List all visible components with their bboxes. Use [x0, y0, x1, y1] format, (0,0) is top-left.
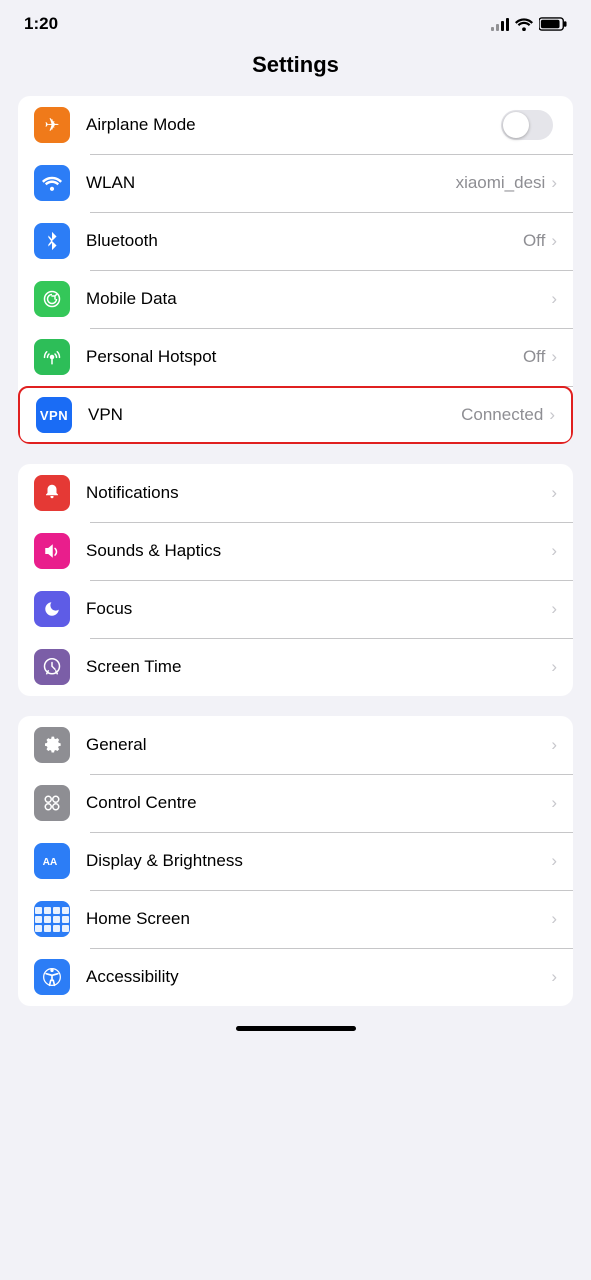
signal-icon	[491, 17, 509, 31]
page-title: Settings	[0, 42, 591, 96]
settings-row-screen-time[interactable]: Screen Time ›	[18, 638, 573, 696]
wlan-chevron: ›	[551, 173, 557, 193]
home-screen-chevron: ›	[551, 909, 557, 929]
settings-row-bluetooth[interactable]: Bluetooth Off ›	[18, 212, 573, 270]
display-brightness-icon: AA	[34, 843, 70, 879]
accessibility-label: Accessibility	[86, 967, 551, 987]
settings-row-wlan[interactable]: WLAN xiaomi_desi ›	[18, 154, 573, 212]
settings-row-focus[interactable]: Focus ›	[18, 580, 573, 638]
display-brightness-label: Display & Brightness	[86, 851, 551, 871]
general-chevron: ›	[551, 735, 557, 755]
settings-row-personal-hotspot[interactable]: Personal Hotspot Off ›	[18, 328, 573, 386]
general-group: General › Control Centre › AA Display & …	[18, 716, 573, 1006]
accessibility-icon	[34, 959, 70, 995]
control-centre-chevron: ›	[551, 793, 557, 813]
toggle-knob	[503, 112, 529, 138]
settings-row-vpn[interactable]: VPN VPN Connected ›	[18, 386, 573, 444]
vpn-icon-label: VPN	[40, 408, 68, 423]
wlan-label: WLAN	[86, 173, 456, 193]
hotspot-icon	[34, 339, 70, 375]
control-centre-label: Control Centre	[86, 793, 551, 813]
mobile-data-label: Mobile Data	[86, 289, 551, 309]
vpn-icon: VPN	[36, 397, 72, 433]
bluetooth-value: Off	[523, 231, 545, 251]
battery-icon	[539, 17, 567, 31]
bluetooth-icon	[34, 223, 70, 259]
status-icons	[491, 17, 567, 31]
focus-icon	[34, 591, 70, 627]
screen-time-label: Screen Time	[86, 657, 551, 677]
sounds-haptics-label: Sounds & Haptics	[86, 541, 551, 561]
wlan-value: xiaomi_desi	[456, 173, 546, 193]
vpn-value: Connected	[461, 405, 543, 425]
general-icon	[34, 727, 70, 763]
settings-row-notifications[interactable]: Notifications ›	[18, 464, 573, 522]
settings-row-general[interactable]: General ›	[18, 716, 573, 774]
status-time: 1:20	[24, 14, 58, 34]
home-indicator	[236, 1026, 356, 1031]
vpn-chevron: ›	[549, 405, 555, 425]
personal-hotspot-label: Personal Hotspot	[86, 347, 523, 367]
airplane-icon: ✈	[34, 107, 70, 143]
personal-hotspot-chevron: ›	[551, 347, 557, 367]
notifications-chevron: ›	[551, 483, 557, 503]
wlan-icon	[34, 165, 70, 201]
bluetooth-chevron: ›	[551, 231, 557, 251]
mobile-data-icon	[34, 281, 70, 317]
screen-time-chevron: ›	[551, 657, 557, 677]
focus-chevron: ›	[551, 599, 557, 619]
connectivity-group: ✈ Airplane Mode WLAN xiaomi_desi › Bluet…	[18, 96, 573, 444]
wifi-status-icon	[515, 17, 533, 31]
control-centre-icon	[34, 785, 70, 821]
general-label: General	[86, 735, 551, 755]
sounds-icon	[34, 533, 70, 569]
settings-row-accessibility[interactable]: Accessibility ›	[18, 948, 573, 1006]
bluetooth-label: Bluetooth	[86, 231, 523, 251]
sounds-haptics-chevron: ›	[551, 541, 557, 561]
home-screen-grid	[35, 907, 69, 932]
settings-row-sounds-haptics[interactable]: Sounds & Haptics ›	[18, 522, 573, 580]
settings-row-display-brightness[interactable]: AA Display & Brightness ›	[18, 832, 573, 890]
settings-row-control-centre[interactable]: Control Centre ›	[18, 774, 573, 832]
settings-row-mobile-data[interactable]: Mobile Data ›	[18, 270, 573, 328]
notifications-icon	[34, 475, 70, 511]
airplane-mode-label: Airplane Mode	[86, 115, 501, 135]
home-screen-label: Home Screen	[86, 909, 551, 929]
accessibility-chevron: ›	[551, 967, 557, 987]
settings-row-airplane-mode[interactable]: ✈ Airplane Mode	[18, 96, 573, 154]
notifications-label: Notifications	[86, 483, 551, 503]
focus-label: Focus	[86, 599, 551, 619]
notifications-group: Notifications › Sounds & Haptics › Focus…	[18, 464, 573, 696]
settings-row-home-screen[interactable]: Home Screen ›	[18, 890, 573, 948]
display-brightness-chevron: ›	[551, 851, 557, 871]
airplane-mode-toggle[interactable]	[501, 110, 553, 140]
personal-hotspot-value: Off	[523, 347, 545, 367]
home-screen-icon	[34, 901, 70, 937]
svg-text:AA: AA	[43, 857, 58, 868]
status-bar: 1:20	[0, 0, 591, 42]
screen-time-icon	[34, 649, 70, 685]
mobile-data-chevron: ›	[551, 289, 557, 309]
vpn-label: VPN	[88, 405, 461, 425]
